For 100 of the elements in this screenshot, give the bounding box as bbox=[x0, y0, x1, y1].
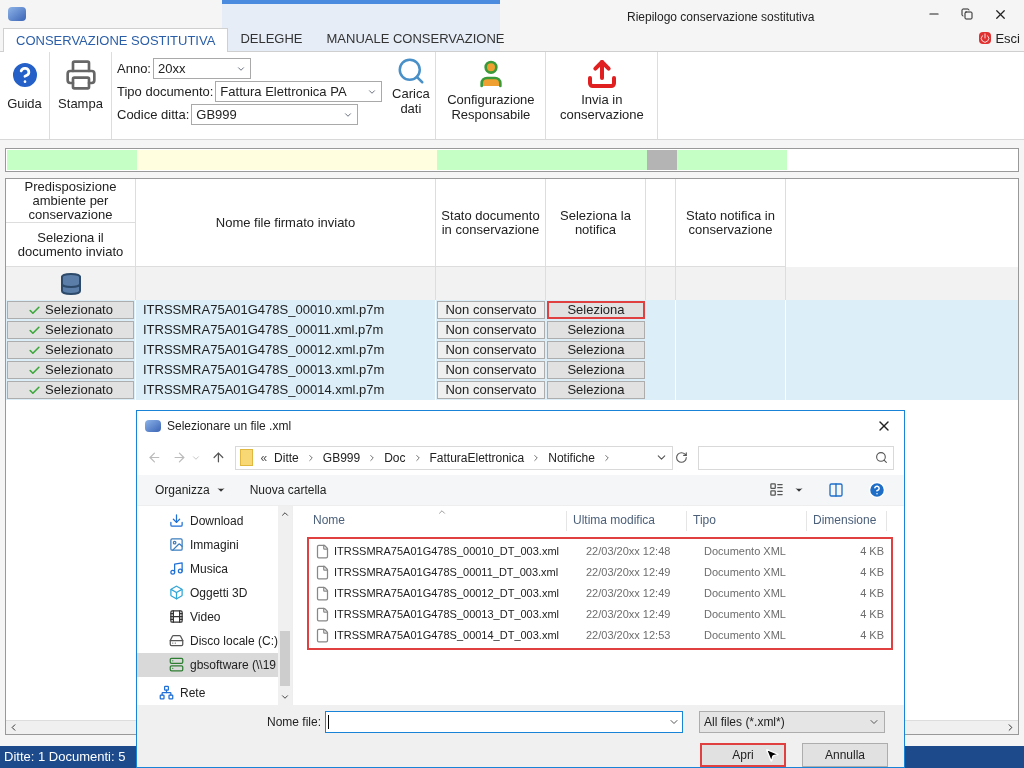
folder-icon bbox=[240, 449, 254, 467]
column-header[interactable]: Nome bbox=[307, 510, 567, 531]
dialog-button[interactable]: Annulla bbox=[802, 743, 888, 767]
file-type: Documento XML bbox=[704, 627, 787, 643]
breadcrumb[interactable]: GB999 bbox=[322, 448, 361, 467]
scroll-thumb[interactable] bbox=[280, 631, 290, 686]
file-size: 4 KB bbox=[859, 627, 884, 643]
file-name[interactable]: ITRSSMRA75A01G478S_00012_DT_003.xml bbox=[334, 584, 586, 602]
file-date: 22/03/20xx 12:48 bbox=[586, 543, 672, 559]
file-size: 4 KB bbox=[859, 585, 884, 601]
status-cell: Non conservato bbox=[437, 321, 545, 339]
help-icon[interactable] bbox=[868, 480, 886, 499]
restore-icon[interactable] bbox=[961, 8, 973, 20]
nav-item[interactable]: Musica bbox=[137, 556, 279, 581]
pictures-icon bbox=[169, 537, 184, 553]
ribbon-tab[interactable]: CONSERVAZIONE SOSTITUTIVA bbox=[3, 28, 229, 52]
file-date: 22/03/20xx 12:49 bbox=[586, 564, 672, 580]
selected-button[interactable]: Selezionato bbox=[7, 341, 134, 359]
nav-item[interactable]: Video bbox=[137, 604, 279, 629]
address-bar[interactable]: « Ditte GB999 Doc FatturaElettronica Notifiche bbox=[235, 445, 673, 470]
print-button[interactable]: Stampa bbox=[50, 52, 112, 139]
selected-button[interactable]: Selezionato bbox=[7, 361, 134, 379]
file-type: Documento XML bbox=[704, 585, 787, 601]
file-icon bbox=[315, 543, 330, 559]
checkmark-icon bbox=[28, 383, 41, 397]
view-icon[interactable] bbox=[769, 482, 784, 498]
file-name-field[interactable] bbox=[325, 711, 684, 733]
selected-button[interactable]: Selezionato bbox=[7, 321, 134, 339]
filter-label: Anno: bbox=[117, 59, 151, 78]
column-header[interactable]: Dimensione bbox=[807, 510, 887, 531]
file-type: Documento XML bbox=[704, 606, 787, 622]
file-icon bbox=[315, 564, 330, 580]
selected-button[interactable]: Selezionato bbox=[7, 381, 134, 399]
select-notification-button[interactable]: Seleziona bbox=[547, 381, 645, 399]
checkmark-icon bbox=[28, 303, 41, 317]
status-cell: Non conservato bbox=[437, 341, 545, 359]
file-icon bbox=[315, 606, 330, 622]
send-button[interactable]: Invia in conservazione bbox=[546, 52, 659, 139]
file-name[interactable]: ITRSSMRA75A01G478S_00014_DT_003.xml bbox=[334, 626, 586, 644]
file-size: 4 KB bbox=[859, 606, 884, 622]
search-field[interactable] bbox=[697, 445, 894, 470]
nav-item[interactable]: Immagini bbox=[137, 532, 279, 557]
exit-button[interactable]: Esci bbox=[979, 28, 1020, 48]
refresh-icon[interactable] bbox=[675, 451, 688, 465]
dialog-button[interactable]: Apri bbox=[700, 743, 786, 767]
app-icon bbox=[8, 7, 26, 21]
config-button[interactable]: Configurazione Responsabile bbox=[436, 52, 547, 139]
breadcrumb[interactable]: Ditte bbox=[274, 448, 299, 467]
mouse-pointer-icon bbox=[764, 747, 780, 763]
file-date: 22/03/20xx 12:49 bbox=[586, 606, 672, 622]
ribbon-tab[interactable]: DELEGHE bbox=[228, 27, 315, 51]
dropdown-field[interactable]: 20xx bbox=[153, 58, 251, 79]
status-cell: Non conservato bbox=[437, 381, 545, 399]
status-cell: Non conservato bbox=[437, 361, 545, 379]
search-icon bbox=[875, 451, 888, 465]
nav-item[interactable]: gbsoftware (\\19 bbox=[137, 652, 279, 677]
upload-icon bbox=[585, 58, 618, 90]
nav-item[interactable]: Rete bbox=[137, 680, 279, 705]
select-notification-button[interactable]: Seleziona bbox=[547, 321, 645, 339]
selected-button[interactable]: Selezionato bbox=[7, 301, 134, 319]
filter-label: Tipo documento: bbox=[117, 82, 214, 101]
file-type-dropdown[interactable]: All files (*.xml*) bbox=[699, 711, 886, 733]
file-name[interactable]: ITRSSMRA75A01G478S_00010_DT_003.xml bbox=[334, 542, 586, 560]
help-button[interactable]: Guida bbox=[0, 52, 50, 139]
file-type: Documento XML bbox=[704, 543, 787, 559]
column-header[interactable]: Tipo bbox=[687, 510, 807, 531]
server-icon bbox=[169, 657, 184, 673]
dropdown-field[interactable]: GB999 bbox=[191, 104, 359, 125]
load-data-button[interactable]: Carica dati bbox=[386, 52, 437, 139]
column-header[interactable]: Ultima modifica bbox=[567, 510, 687, 531]
download-icon bbox=[169, 513, 184, 529]
breadcrumb[interactable]: Notifiche bbox=[548, 448, 595, 467]
nav-item[interactable]: Disco locale (C:) bbox=[137, 628, 279, 653]
select-notification-button[interactable]: Seleziona bbox=[547, 361, 645, 379]
breadcrumb[interactable]: Doc bbox=[384, 448, 406, 467]
status-text: Ditte: 1 Documenti: 5 bbox=[4, 748, 126, 767]
file-name[interactable]: ITRSSMRA75A01G478S_00013_DT_003.xml bbox=[334, 605, 586, 623]
video-icon bbox=[169, 609, 184, 625]
select-notification-button[interactable]: Seleziona bbox=[547, 341, 645, 359]
file-icon bbox=[315, 585, 330, 601]
organize-button[interactable]: Organizza bbox=[155, 480, 226, 499]
window-title: Riepilogo conservazione sostitutiva bbox=[627, 9, 815, 26]
file-icon bbox=[315, 627, 330, 643]
app-icon bbox=[145, 419, 161, 432]
nav-item[interactable]: Oggetti 3D bbox=[137, 580, 279, 605]
database-icon bbox=[58, 271, 83, 296]
new-folder-button[interactable]: Nuova cartella bbox=[249, 480, 327, 499]
file-name[interactable]: ITRSSMRA75A01G478S_00011_DT_003.xml bbox=[334, 563, 586, 581]
file-date: 22/03/20xx 12:53 bbox=[586, 627, 672, 643]
scroll-down-icon[interactable] bbox=[280, 692, 290, 702]
drive-icon bbox=[169, 633, 184, 649]
column-header: Seleziona il documento inviato bbox=[16, 228, 125, 261]
checkmark-icon bbox=[28, 363, 41, 377]
nav-item[interactable]: Download bbox=[137, 508, 279, 533]
select-notification-button[interactable]: Seleziona bbox=[547, 301, 645, 319]
preview-pane-icon[interactable] bbox=[828, 481, 844, 498]
ribbon-tab[interactable]: MANUALE CONSERVAZIONE bbox=[314, 27, 517, 51]
file-size: 4 KB bbox=[859, 543, 884, 559]
breadcrumb[interactable]: FatturaElettronica bbox=[429, 448, 525, 467]
dropdown-field[interactable]: Fattura Elettronica PA bbox=[215, 81, 383, 102]
